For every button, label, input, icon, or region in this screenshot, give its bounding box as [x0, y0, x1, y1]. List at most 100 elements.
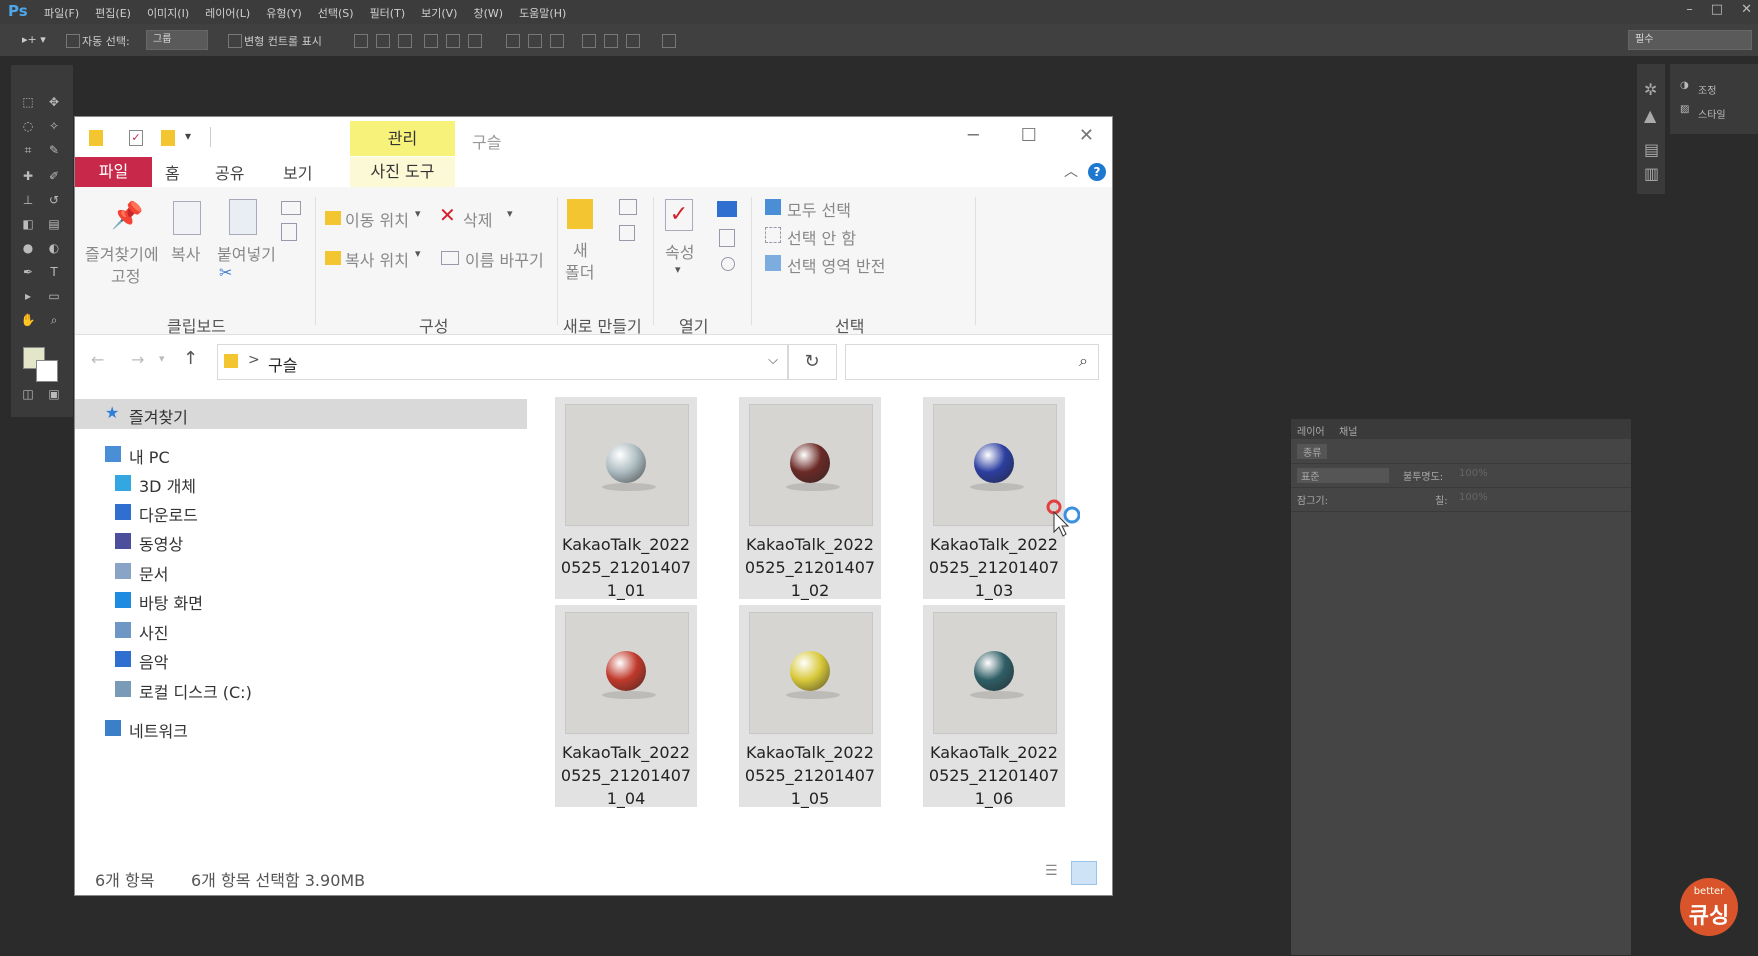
- new-folder-line2[interactable]: 폴더: [565, 259, 594, 283]
- file-tile[interactable]: KakaoTalk_20220525_212014071_04: [555, 605, 697, 808]
- marquee-tool-icon[interactable]: ⬚: [19, 95, 37, 109]
- nav-item[interactable]: 내 PC: [75, 439, 527, 469]
- tab-channels[interactable]: 채널: [1339, 423, 1357, 438]
- tab-home[interactable]: 홈: [165, 160, 180, 184]
- blend-mode-dropdown[interactable]: 표준: [1297, 468, 1389, 483]
- magic-wand-icon[interactable]: ✧: [45, 119, 63, 133]
- tab-file[interactable]: 파일: [75, 157, 152, 187]
- menu-item[interactable]: 편집(E): [95, 5, 131, 21]
- blur-tool-icon[interactable]: ●: [19, 241, 37, 255]
- copy-to-icon[interactable]: [325, 251, 341, 265]
- menu-item[interactable]: 도움말(H): [519, 5, 566, 21]
- tab-layers[interactable]: 레이어: [1297, 423, 1325, 438]
- refresh-button[interactable]: ↻: [787, 344, 837, 380]
- new-item-icon[interactable]: [619, 199, 637, 215]
- help-icon[interactable]: ?: [1088, 163, 1106, 181]
- align-left-icon[interactable]: [424, 34, 438, 48]
- rename-button[interactable]: 이름 바꾸기: [465, 247, 544, 271]
- nav-item[interactable]: 3D 개체: [75, 468, 527, 498]
- address-path[interactable]: 구슬: [268, 352, 297, 376]
- open-icon[interactable]: [717, 201, 737, 217]
- nav-item[interactable]: 동영상: [75, 526, 527, 556]
- delete-dropdown-icon[interactable]: ▾: [507, 207, 513, 220]
- move-to-dropdown-icon[interactable]: ▾: [415, 207, 421, 220]
- large-icons-view-icon[interactable]: [1071, 861, 1097, 885]
- new-folder-icon[interactable]: [567, 199, 593, 229]
- align-center-icon[interactable]: [446, 34, 460, 48]
- copy-to-button[interactable]: 복사 위치: [345, 247, 409, 271]
- ps-maximize-icon[interactable]: □: [1711, 2, 1723, 17]
- recent-locations-icon[interactable]: ▾: [159, 352, 165, 365]
- layer-kind-filter[interactable]: 종류: [1297, 444, 1328, 459]
- tab-picture-tools[interactable]: 사진 도구: [350, 157, 455, 187]
- nav-item[interactable]: 네트워크: [75, 713, 527, 743]
- tab-view[interactable]: 보기: [283, 160, 312, 184]
- select-all-button[interactable]: 모두 선택: [787, 197, 851, 221]
- cut-icon[interactable]: ✂: [219, 263, 232, 282]
- histogram-icon[interactable]: ▲: [1644, 106, 1656, 125]
- select-all-icon[interactable]: [765, 199, 781, 215]
- select-none-button[interactable]: 선택 안 함: [787, 225, 856, 249]
- select-none-icon[interactable]: [765, 227, 781, 243]
- copy-to-dropdown-icon[interactable]: ▾: [415, 247, 421, 260]
- align-bottom-icon[interactable]: [398, 34, 412, 48]
- details-view-icon[interactable]: ☰: [1045, 863, 1063, 881]
- menu-item[interactable]: 레이어(L): [205, 5, 250, 21]
- nav-item[interactable]: 사진: [75, 615, 527, 645]
- move-tool-icon[interactable]: ✥: [45, 95, 63, 109]
- lasso-tool-icon[interactable]: ◌: [19, 119, 37, 133]
- quick-access-dropdown-icon[interactable]: ▾: [185, 129, 191, 143]
- tab-share[interactable]: 공유: [215, 160, 244, 184]
- nav-item[interactable]: 문서: [75, 556, 527, 586]
- healing-brush-icon[interactable]: ✚: [19, 169, 37, 183]
- pin-to-quick-access-line2[interactable]: 고정: [111, 263, 140, 287]
- workspace-dropdown[interactable]: 필수: [1628, 30, 1752, 50]
- shape-tool-icon[interactable]: ▭: [45, 289, 63, 303]
- properties-dropdown-icon[interactable]: ▾: [675, 263, 681, 276]
- new-folder-line1[interactable]: 새: [573, 237, 588, 261]
- align-right-icon[interactable]: [468, 34, 482, 48]
- distribute-left-icon[interactable]: [582, 34, 596, 48]
- align-middle-icon[interactable]: [376, 34, 390, 48]
- file-tile[interactable]: KakaoTalk_20220525_212014071_06: [923, 605, 1065, 808]
- pin-icon[interactable]: 📌: [111, 201, 143, 231]
- tab-manage[interactable]: 관리: [350, 121, 455, 156]
- copy-icon[interactable]: [173, 201, 201, 235]
- paste-button[interactable]: 붙여넣기: [217, 241, 276, 265]
- pin-to-quick-access-line1[interactable]: 즐겨찾기에: [85, 241, 159, 265]
- properties-icon[interactable]: ▤: [1644, 140, 1659, 159]
- address-separator[interactable]: >: [248, 352, 260, 368]
- auto-select-checkbox[interactable]: [66, 34, 80, 48]
- distribute-right-icon[interactable]: [626, 34, 640, 48]
- nav-item[interactable]: 로컬 디스크 (C:): [75, 674, 527, 704]
- move-tool-icon[interactable]: ▸+ ▾: [22, 33, 46, 46]
- address-input[interactable]: > 구슬 ⌵: [217, 344, 789, 380]
- auto-select-dropdown[interactable]: 그룹: [146, 30, 208, 50]
- move-to-icon[interactable]: [325, 211, 341, 225]
- new-folder-quick-icon[interactable]: [161, 130, 175, 146]
- style-icon[interactable]: ▨: [1680, 104, 1689, 115]
- back-icon[interactable]: ←: [91, 350, 104, 369]
- properties-button[interactable]: 속성: [665, 239, 694, 263]
- edit-icon[interactable]: [719, 229, 735, 247]
- menu-item[interactable]: 유형(Y): [266, 5, 302, 21]
- brush-tool-icon[interactable]: ✐: [45, 169, 63, 183]
- file-tile[interactable]: KakaoTalk_20220525_212014071_01: [555, 397, 697, 600]
- maximize-icon[interactable]: ☐: [1021, 125, 1037, 146]
- distribute-center-icon[interactable]: [604, 34, 618, 48]
- distribute-middle-icon[interactable]: [528, 34, 542, 48]
- menu-item[interactable]: 창(W): [473, 5, 503, 21]
- path-select-icon[interactable]: ▸: [19, 289, 37, 303]
- history-brush-icon[interactable]: ↺: [45, 193, 63, 207]
- invert-selection-button[interactable]: 선택 영역 반전: [787, 253, 886, 277]
- transform-controls-checkbox[interactable]: [228, 34, 242, 48]
- clone-stamp-icon[interactable]: ⊥: [19, 193, 37, 207]
- close-icon[interactable]: ✕: [1079, 125, 1094, 146]
- adjust-icon[interactable]: ◑: [1680, 80, 1689, 91]
- properties-icon[interactable]: ✓: [665, 199, 693, 231]
- delete-icon[interactable]: ✕: [439, 203, 456, 227]
- type-tool-icon[interactable]: T: [45, 265, 63, 279]
- eraser-tool-icon[interactable]: ◧: [19, 217, 37, 231]
- crop-tool-icon[interactable]: ⌗: [19, 143, 37, 157]
- menu-item[interactable]: 이미지(I): [147, 5, 189, 21]
